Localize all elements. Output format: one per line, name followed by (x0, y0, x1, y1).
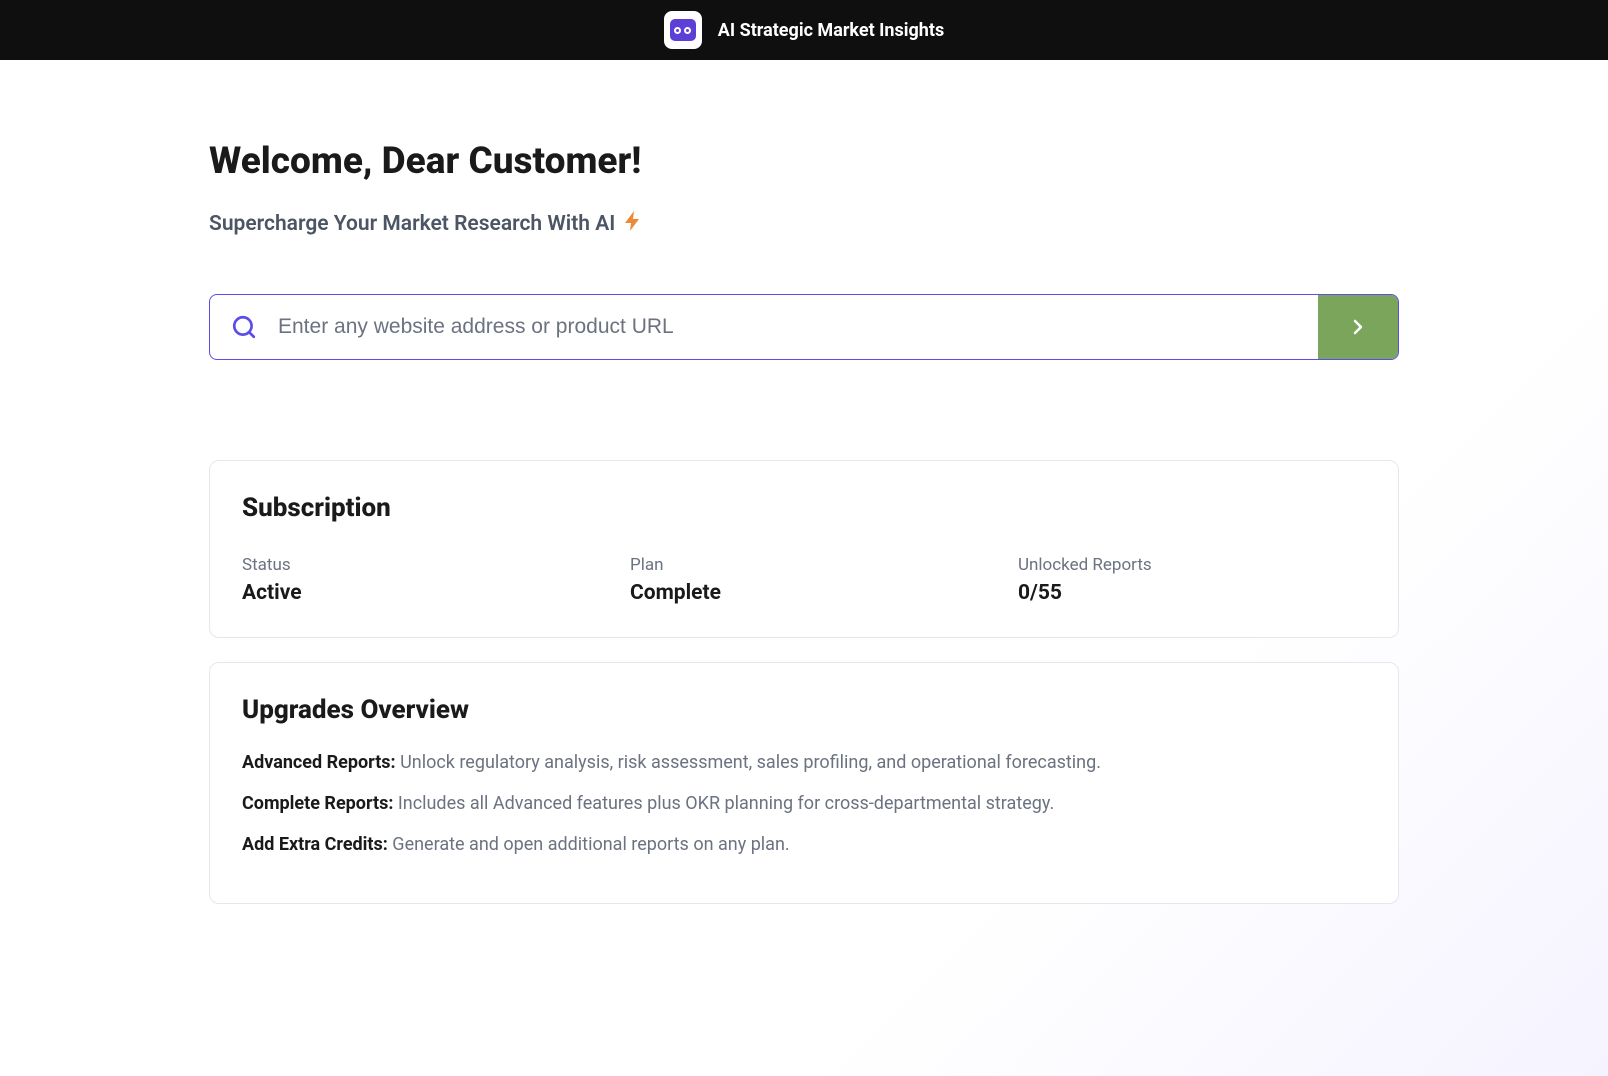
welcome-heading: Welcome, Dear Customer! (209, 140, 1399, 183)
search-icon (231, 314, 257, 340)
reports-label: Unlocked Reports (1018, 555, 1366, 575)
app-logo (664, 11, 702, 49)
app-title: AI Strategic Market Insights (718, 20, 944, 41)
upgrade-item: Add Extra Credits: Generate and open add… (242, 831, 1366, 860)
search-submit-button[interactable] (1318, 295, 1398, 359)
search-container (209, 294, 1399, 360)
upgrades-card: Upgrades Overview Advanced Reports: Unlo… (209, 662, 1399, 904)
upgrade-label: Complete Reports: (242, 793, 393, 814)
upgrade-label: Add Extra Credits: (242, 834, 388, 855)
upgrade-item: Advanced Reports: Unlock regulatory anal… (242, 749, 1366, 778)
upgrade-desc: Unlock regulatory analysis, risk assessm… (396, 752, 1101, 773)
search-section (209, 294, 1399, 360)
stat-reports: Unlocked Reports 0/55 (1018, 555, 1366, 605)
welcome-subtitle: Supercharge Your Market Research With AI (209, 211, 1399, 236)
plan-value: Complete (630, 581, 978, 605)
upgrades-title: Upgrades Overview (242, 695, 1366, 725)
stat-plan: Plan Complete (630, 555, 978, 605)
app-header: AI Strategic Market Insights (0, 0, 1608, 60)
upgrade-desc: Includes all Advanced features plus OKR … (393, 793, 1054, 814)
subscription-card: Subscription Status Active Plan Complete… (209, 460, 1399, 638)
subtitle-text: Supercharge Your Market Research With AI (209, 212, 615, 236)
status-value: Active (242, 581, 590, 605)
bolt-icon (625, 211, 641, 236)
reports-value: 0/55 (1018, 581, 1366, 605)
search-input[interactable] (278, 295, 1318, 359)
upgrade-item: Complete Reports: Includes all Advanced … (242, 790, 1366, 819)
stat-status: Status Active (242, 555, 590, 605)
main-content: Welcome, Dear Customer! Supercharge Your… (209, 60, 1399, 968)
upgrade-desc: Generate and open additional reports on … (388, 834, 790, 855)
subscription-stats: Status Active Plan Complete Unlocked Rep… (242, 555, 1366, 605)
plan-label: Plan (630, 555, 978, 575)
upgrade-label: Advanced Reports: (242, 752, 396, 773)
subscription-title: Subscription (242, 493, 1366, 523)
status-label: Status (242, 555, 590, 575)
search-icon-box (210, 295, 278, 359)
chevron-right-icon (1346, 315, 1370, 339)
